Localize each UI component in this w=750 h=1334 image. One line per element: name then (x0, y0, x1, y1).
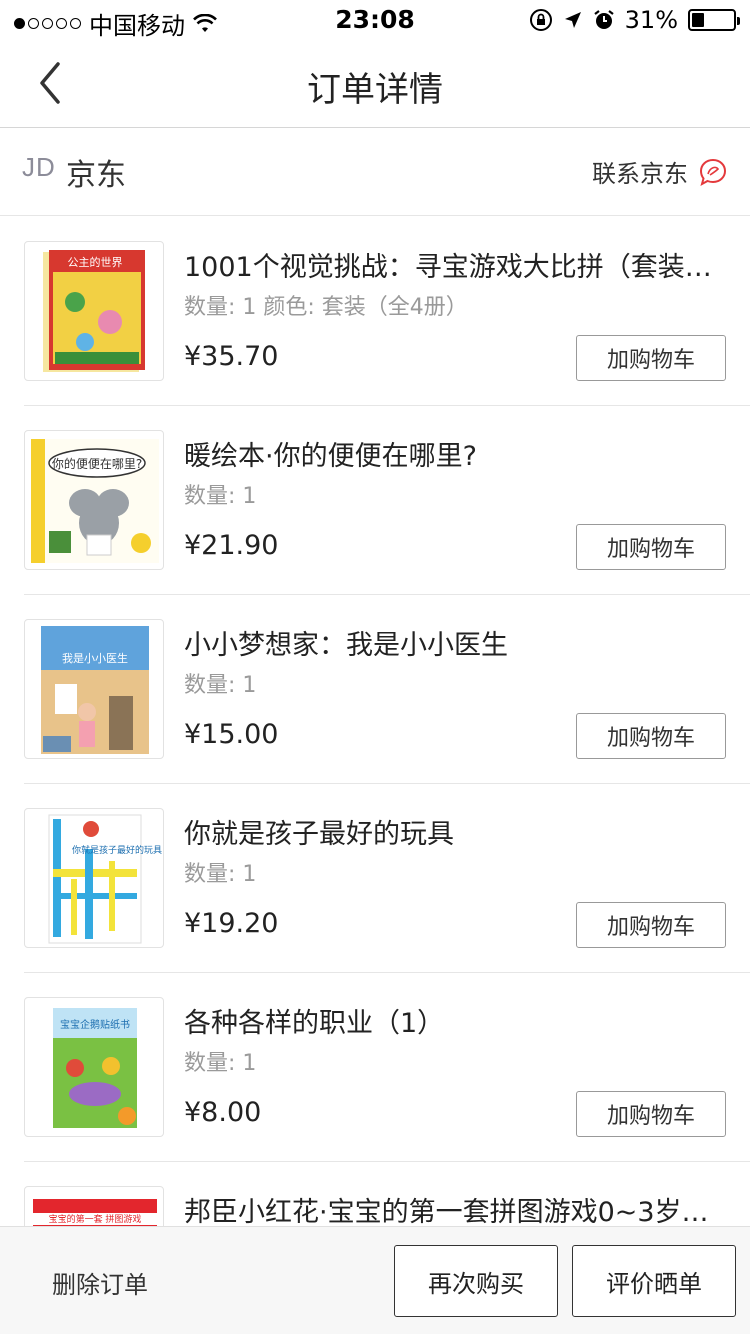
location-arrow-icon (564, 12, 581, 28)
product-thumbnail[interactable]: 宝宝企鹅贴纸书 (24, 997, 164, 1137)
item-price: ¥8.00 (184, 1097, 262, 1128)
chat-bubble-icon (699, 158, 727, 186)
item-title[interactable]: 1001个视觉挑战：寻宝游戏大比拼（套装… (184, 245, 724, 284)
item-price: ¥15.00 (184, 719, 279, 750)
item-price: ¥19.20 (184, 908, 279, 939)
add-to-cart-button[interactable]: 加购物车 (576, 902, 726, 948)
book-cover-image: 宝宝的第一套 拼图游戏 (33, 1199, 157, 1226)
product-thumbnail[interactable]: 公主的世界 (24, 241, 164, 381)
product-thumbnail[interactable]: 你的便便在哪里? (24, 430, 164, 570)
bottom-action-bar: 删除订单 再次购买 评价晒单 (0, 1226, 750, 1334)
product-thumbnail[interactable]: 我是小小医生 (24, 619, 164, 759)
shop-name: 京东 (66, 158, 126, 193)
order-item: 我是小小医生 小小梦想家：我是小小医生 数量: 1 ¥15.00 加购物车 (0, 595, 750, 784)
svg-text:你就是孩子最好的玩具: 你就是孩子最好的玩具 (72, 844, 162, 856)
item-price: ¥35.70 (184, 341, 279, 372)
shop-header: JD 京东 联系京东 (0, 128, 750, 216)
add-to-cart-button[interactable]: 加购物车 (576, 524, 726, 570)
svg-text:宝宝企鹅贴纸书: 宝宝企鹅贴纸书 (60, 1018, 130, 1031)
battery-level (692, 13, 705, 27)
contact-seller-button[interactable]: 联系京东 (592, 154, 728, 189)
order-item: 宝宝企鹅贴纸书 各种各样的职业（1） 数量: 1 ¥8.00 加购物车 (0, 973, 750, 1162)
item-title[interactable]: 小小梦想家：我是小小医生 (184, 623, 724, 662)
item-title[interactable]: 暖绘本·你的便便在哪里? (184, 434, 724, 473)
add-to-cart-button[interactable]: 加购物车 (576, 1091, 726, 1137)
navigation-bar: 订单详情 (0, 40, 750, 128)
status-bar: 中国移动 23:08 31% (0, 0, 750, 40)
battery-icon (688, 9, 740, 31)
item-title[interactable]: 你就是孩子最好的玩具 (184, 812, 724, 851)
book-cover-image: 公主的世界 (43, 250, 145, 372)
order-item: 你就是孩子最好的玩具 你就是孩子最好的玩具 数量: 1 ¥19.20 加购物车 (0, 784, 750, 973)
contact-seller-label: 联系京东 (592, 160, 688, 188)
item-meta: 数量: 1 (184, 484, 257, 509)
item-meta: 数量: 1 (184, 673, 257, 698)
order-item: 公主的世界 1001个视觉挑战：寻宝游戏大比拼（套装… 数量: 1 颜色: 套装… (0, 217, 750, 406)
item-price: ¥21.90 (184, 530, 279, 561)
alarm-icon (593, 10, 614, 29)
product-thumbnail[interactable]: 你就是孩子最好的玩具 (24, 808, 164, 948)
svg-text:我是小小医生: 我是小小医生 (62, 651, 128, 665)
jd-logo: JD (22, 152, 56, 182)
add-to-cart-button[interactable]: 加购物车 (576, 335, 726, 381)
page-title: 订单详情 (307, 70, 443, 110)
book-cover-image: 你的便便在哪里? (31, 439, 159, 563)
svg-text:宝宝的第一套 拼图游戏: 宝宝的第一套 拼图游戏 (49, 1213, 142, 1225)
delete-order-button[interactable]: 删除订单 (52, 1265, 148, 1300)
item-meta: 数量: 1 (184, 1051, 257, 1076)
item-meta: 数量: 1 (184, 862, 257, 887)
orientation-lock-icon (529, 9, 552, 31)
order-item: 宝宝的第一套 拼图游戏 邦臣小红花·宝宝的第一套拼图游戏0~3岁… (0, 1162, 750, 1226)
status-right: 31% (529, 6, 740, 34)
svg-text:公主的世界: 公主的世界 (68, 255, 123, 269)
battery-percent: 31% (624, 6, 678, 34)
buy-again-button[interactable]: 再次购买 (394, 1245, 558, 1317)
add-to-cart-button[interactable]: 加购物车 (576, 713, 726, 759)
item-title[interactable]: 邦臣小红花·宝宝的第一套拼图游戏0~3岁… (184, 1190, 724, 1226)
order-item: 你的便便在哪里? 暖绘本·你的便便在哪里? 数量: 1 ¥21.90 加购物车 (0, 406, 750, 595)
order-item-list: 公主的世界 1001个视觉挑战：寻宝游戏大比拼（套装… 数量: 1 颜色: 套装… (0, 217, 750, 1226)
book-cover-image: 你就是孩子最好的玩具 (48, 814, 162, 944)
item-title[interactable]: 各种各样的职业（1） (184, 1001, 724, 1040)
book-cover-image: 我是小小医生 (41, 626, 149, 754)
book-cover-image: 宝宝企鹅贴纸书 (53, 1008, 137, 1128)
item-meta: 数量: 1 颜色: 套装（全4册） (184, 295, 468, 320)
product-thumbnail[interactable]: 宝宝的第一套 拼图游戏 (24, 1186, 164, 1226)
svg-text:你的便便在哪里?: 你的便便在哪里? (52, 456, 142, 471)
review-order-button[interactable]: 评价晒单 (572, 1245, 736, 1317)
